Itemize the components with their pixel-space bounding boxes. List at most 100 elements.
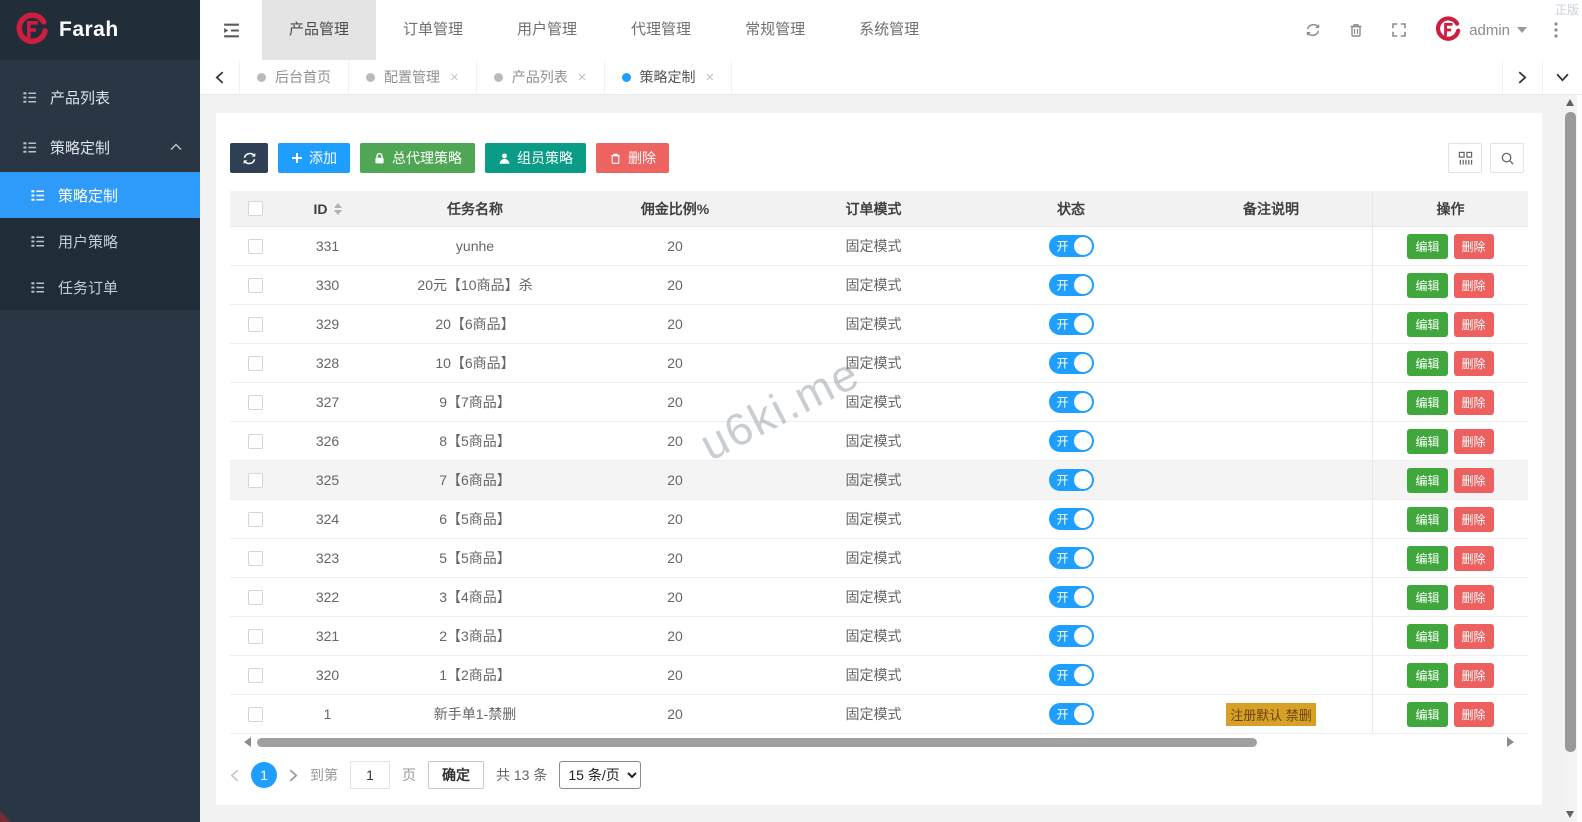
sort-icon[interactable] xyxy=(334,203,342,215)
tab-scroll-right-button[interactable] xyxy=(1502,60,1542,94)
user-menu[interactable]: admin xyxy=(1434,16,1527,44)
master-agent-strategy-button[interactable]: 总代理策略 xyxy=(360,143,475,173)
scroll-left-arrow-icon[interactable] xyxy=(244,737,251,747)
status-toggle[interactable]: 开 xyxy=(1049,313,1094,335)
top-nav-item[interactable]: 产品管理 xyxy=(262,0,376,60)
scroll-up-arrow-icon[interactable] xyxy=(1566,99,1574,106)
status-toggle[interactable]: 开 xyxy=(1049,352,1094,374)
top-nav-item[interactable]: 用户管理 xyxy=(490,0,604,60)
status-toggle[interactable]: 开 xyxy=(1049,391,1094,413)
row-checkbox[interactable] xyxy=(248,473,263,488)
edit-button[interactable]: 编辑 xyxy=(1407,273,1447,298)
status-toggle[interactable]: 开 xyxy=(1049,703,1094,725)
delete-button[interactable]: 删除 xyxy=(1454,546,1494,571)
row-checkbox[interactable] xyxy=(248,551,263,566)
tab[interactable]: 策略定制× xyxy=(605,60,733,94)
sidebar-collapse-button[interactable] xyxy=(200,0,262,60)
row-checkbox[interactable] xyxy=(248,512,263,527)
delete-button[interactable]: 删除 xyxy=(1454,234,1494,259)
confirm-button[interactable]: 确定 xyxy=(428,761,484,789)
page-size-select[interactable]: 15 条/页 xyxy=(559,761,641,789)
vertical-scrollbar[interactable] xyxy=(1564,95,1577,822)
edit-button[interactable]: 编辑 xyxy=(1407,234,1447,259)
edit-button[interactable]: 编辑 xyxy=(1407,390,1447,415)
sidebar-subitem[interactable]: 用户策略 xyxy=(0,218,200,264)
brand-logo[interactable]: Farah xyxy=(0,0,200,60)
horizontal-scroll-thumb[interactable] xyxy=(257,738,1257,747)
delete-button[interactable]: 删除 xyxy=(1454,624,1494,649)
sidebar-subitem[interactable]: 策略定制 xyxy=(0,172,200,218)
row-checkbox[interactable] xyxy=(248,629,263,644)
status-toggle[interactable]: 开 xyxy=(1049,547,1094,569)
tab-menu-button[interactable] xyxy=(1542,60,1582,94)
top-nav-item[interactable]: 代理管理 xyxy=(604,0,718,60)
row-checkbox[interactable] xyxy=(248,395,263,410)
status-toggle[interactable]: 开 xyxy=(1049,508,1094,530)
close-icon[interactable]: × xyxy=(578,70,587,85)
status-toggle[interactable]: 开 xyxy=(1049,469,1094,491)
current-page-button[interactable]: 1 xyxy=(251,762,277,788)
edit-button[interactable]: 编辑 xyxy=(1407,429,1447,454)
prev-page-button[interactable] xyxy=(230,769,239,782)
delete-button[interactable]: 删除 xyxy=(1454,468,1494,493)
delete-button[interactable]: 删除 xyxy=(1454,273,1494,298)
delete-button[interactable]: 删除 xyxy=(1454,312,1494,337)
edit-button[interactable]: 编辑 xyxy=(1407,351,1447,376)
delete-button[interactable]: 删除 xyxy=(1454,429,1494,454)
trash-icon[interactable] xyxy=(1348,22,1364,38)
member-strategy-button[interactable]: 组员策略 xyxy=(485,143,586,173)
row-checkbox[interactable] xyxy=(248,590,263,605)
select-all-checkbox[interactable] xyxy=(248,201,263,216)
delete-button[interactable]: 删除 xyxy=(1454,351,1494,376)
edit-button[interactable]: 编辑 xyxy=(1407,624,1447,649)
delete-button[interactable]: 删除 xyxy=(1454,507,1494,532)
add-button[interactable]: 添加 xyxy=(278,143,350,173)
status-toggle[interactable]: 开 xyxy=(1049,664,1094,686)
row-checkbox[interactable] xyxy=(248,356,263,371)
vertical-scroll-thumb[interactable] xyxy=(1565,112,1576,752)
kebab-menu-icon[interactable] xyxy=(1554,22,1558,38)
delete-button[interactable]: 删除 xyxy=(1454,702,1494,727)
tab[interactable]: 配置管理× xyxy=(349,60,477,94)
fullscreen-icon[interactable] xyxy=(1391,22,1407,38)
top-nav-item[interactable]: 常规管理 xyxy=(718,0,832,60)
row-checkbox[interactable] xyxy=(248,278,263,293)
sidebar-subitem[interactable]: 任务订单 xyxy=(0,264,200,310)
tab-scroll-left-button[interactable] xyxy=(200,60,240,94)
row-checkbox[interactable] xyxy=(248,434,263,449)
close-icon[interactable]: × xyxy=(706,70,715,85)
tab[interactable]: 产品列表× xyxy=(477,60,605,94)
status-toggle[interactable]: 开 xyxy=(1049,430,1094,452)
row-checkbox[interactable] xyxy=(248,707,263,722)
table-search-button[interactable] xyxy=(1490,143,1524,173)
status-toggle[interactable]: 开 xyxy=(1049,625,1094,647)
edit-button[interactable]: 编辑 xyxy=(1407,702,1447,727)
top-nav-item[interactable]: 订单管理 xyxy=(376,0,490,60)
edit-button[interactable]: 编辑 xyxy=(1407,585,1447,610)
delete-button[interactable]: 删除 xyxy=(1454,390,1494,415)
next-page-button[interactable] xyxy=(289,769,298,782)
edit-button[interactable]: 编辑 xyxy=(1407,507,1447,532)
horizontal-scrollbar[interactable] xyxy=(244,736,1514,749)
top-nav-item[interactable]: 系统管理 xyxy=(832,0,946,60)
scroll-right-arrow-icon[interactable] xyxy=(1507,737,1514,747)
edit-button[interactable]: 编辑 xyxy=(1407,468,1447,493)
delete-button[interactable]: 删除 xyxy=(596,143,669,173)
refresh-icon[interactable] xyxy=(1305,22,1321,38)
row-checkbox[interactable] xyxy=(248,239,263,254)
edit-button[interactable]: 编辑 xyxy=(1407,312,1447,337)
edit-button[interactable]: 编辑 xyxy=(1407,663,1447,688)
delete-button[interactable]: 删除 xyxy=(1454,585,1494,610)
status-toggle[interactable]: 开 xyxy=(1049,235,1094,257)
close-icon[interactable]: × xyxy=(450,70,459,85)
sidebar-item[interactable]: 产品列表 xyxy=(0,72,200,122)
status-toggle[interactable]: 开 xyxy=(1049,586,1094,608)
status-toggle[interactable]: 开 xyxy=(1049,274,1094,296)
column-toggle-button[interactable] xyxy=(1448,143,1482,173)
scroll-down-arrow-icon[interactable] xyxy=(1566,811,1574,818)
refresh-button[interactable] xyxy=(230,143,268,173)
tab[interactable]: 后台首页 xyxy=(240,60,349,94)
edit-button[interactable]: 编辑 xyxy=(1407,546,1447,571)
goto-page-input[interactable] xyxy=(350,761,390,789)
row-checkbox[interactable] xyxy=(248,668,263,683)
